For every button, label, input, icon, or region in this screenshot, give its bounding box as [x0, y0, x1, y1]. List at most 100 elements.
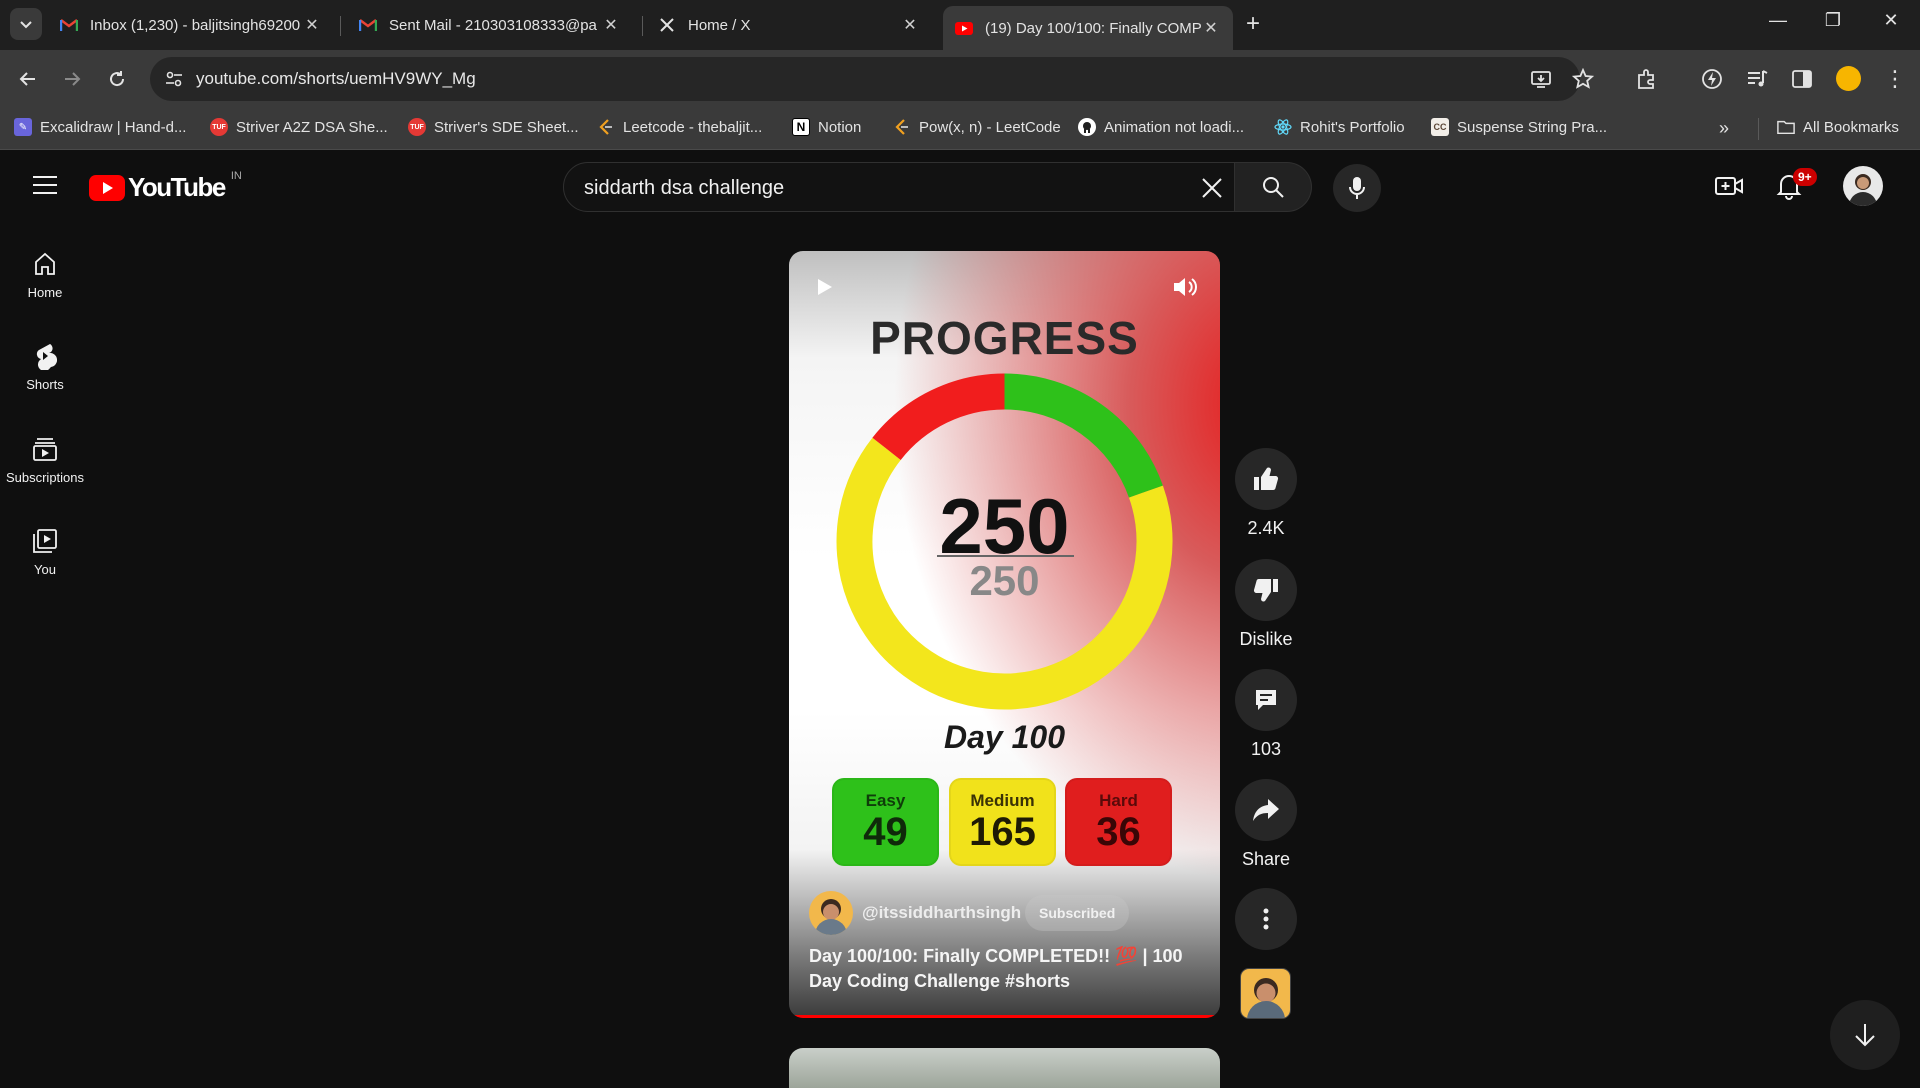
reload-button[interactable]	[102, 64, 132, 94]
close-tab-icon[interactable]: ✕	[601, 15, 621, 35]
thumbs-down-icon	[1253, 578, 1278, 602]
more-vertical-icon	[1263, 908, 1269, 930]
short-video-player[interactable]: PROGRESS 250 250 Day 100 Easy 49 Medium …	[789, 251, 1220, 1018]
tab-x-home[interactable]: Home / X ✕	[646, 8, 932, 42]
guide-label: You	[34, 562, 56, 577]
bookmark-label: Animation not loadi...	[1104, 118, 1245, 136]
bookmark-striver-a2z[interactable]: TUF Striver A2Z DSA She...	[210, 118, 388, 136]
back-button[interactable]	[13, 64, 43, 94]
next-video-button[interactable]	[1830, 1000, 1900, 1070]
share-icon	[1253, 799, 1279, 821]
share-button[interactable]	[1235, 779, 1297, 841]
bookmark-github-issue[interactable]: Animation not loadi...	[1078, 118, 1244, 136]
bookmark-pow-leetcode[interactable]: Pow(x, n) - LeetCode	[893, 118, 1061, 136]
next-short-preview[interactable]	[789, 1048, 1220, 1088]
dislike-action[interactable]: Dislike	[1235, 559, 1297, 650]
clear-search-icon[interactable]	[1201, 177, 1223, 204]
guide-item-home[interactable]: Home	[0, 249, 90, 300]
tab-inbox[interactable]: Inbox (1,230) - baljitsingh69200 ✕	[48, 8, 334, 42]
arrow-left-icon	[19, 72, 35, 86]
comment-icon	[1256, 690, 1276, 710]
tab-sent-mail[interactable]: Sent Mail - 210303108333@pa ✕	[347, 8, 633, 42]
guide-item-subscriptions[interactable]: Subscriptions	[0, 434, 90, 485]
bookmark-leetcode-profile[interactable]: Leetcode - thebaljit...	[597, 118, 762, 136]
tuf-icon: TUF	[210, 118, 228, 136]
country-code: IN	[230, 169, 242, 182]
subscribed-button[interactable]: Subscribed	[1025, 895, 1130, 931]
tab-title: Home / X	[688, 16, 751, 34]
performance-icon[interactable]	[1700, 67, 1724, 96]
search-input[interactable]: siddarth dsa challenge	[563, 162, 1235, 212]
search-icon	[1263, 177, 1284, 198]
close-tab-icon[interactable]: ✕	[1201, 18, 1221, 38]
bookmark-notion[interactable]: N Notion	[792, 118, 861, 136]
bookmark-striver-sde[interactable]: TUF Striver's SDE Sheet...	[408, 118, 579, 136]
restore-button[interactable]: ❐	[1810, 10, 1856, 31]
leetcode-icon	[597, 118, 615, 136]
voice-search-button[interactable]	[1333, 164, 1381, 212]
x-icon	[658, 16, 676, 34]
leetcode-icon	[893, 118, 911, 136]
guide-item-shorts[interactable]: Shorts	[0, 341, 90, 392]
forward-button[interactable]	[57, 64, 87, 94]
tab-search-button[interactable]	[10, 8, 42, 40]
bookmark-portfolio[interactable]: Rohit's Portfolio	[1274, 118, 1405, 136]
bookmark-label: Striver A2Z DSA She...	[236, 118, 388, 136]
volume-icon[interactable]	[1172, 275, 1198, 304]
tab-title: Inbox (1,230) - baljitsingh69200	[90, 16, 301, 34]
create-video-icon[interactable]	[1715, 174, 1743, 203]
site-info-icon[interactable]	[164, 69, 184, 94]
bookmark-excalidraw[interactable]: ✎ Excalidraw | Hand-d...	[14, 118, 186, 136]
tab-youtube-short[interactable]: (19) Day 100/100: Finally COMP ✕	[943, 6, 1233, 50]
gmail-icon	[359, 16, 377, 34]
playback-progress-bar[interactable]	[789, 1015, 1220, 1018]
all-bookmarks-button[interactable]: All Bookmarks	[1777, 118, 1899, 136]
microphone-icon	[1349, 177, 1365, 199]
channel-name[interactable]: @itssiddharthsingh	[862, 903, 1021, 923]
browser-menu-icon[interactable]: ⋮	[1884, 66, 1906, 92]
install-app-icon[interactable]	[1530, 68, 1552, 95]
account-avatar[interactable]	[1843, 166, 1883, 206]
channel-avatar[interactable]	[809, 891, 853, 935]
subscriptions-icon	[0, 434, 90, 464]
share-action[interactable]: Share	[1235, 779, 1297, 870]
gmail-icon	[60, 16, 78, 34]
side-panel-icon[interactable]	[1790, 67, 1814, 96]
close-tab-icon[interactable]: ✕	[900, 15, 920, 35]
address-bar[interactable]: youtube.com/shorts/uemHV9WY_Mg	[150, 57, 1580, 101]
more-action[interactable]	[1235, 888, 1297, 950]
like-button[interactable]	[1235, 448, 1297, 510]
profile-avatar[interactable]	[1836, 66, 1861, 91]
difficulty-label: Hard	[1099, 791, 1138, 810]
medium-count-card: Medium 165	[949, 778, 1056, 866]
thumbs-up-icon	[1254, 467, 1279, 491]
hamburger-menu-icon[interactable]	[32, 175, 58, 200]
short-caption[interactable]: Day 100/100: Finally COMPLETED!! 💯 | 100…	[809, 944, 1209, 994]
media-control-icon[interactable]	[1745, 67, 1769, 96]
like-action[interactable]: 2.4K	[1235, 448, 1297, 539]
comments-button[interactable]	[1235, 669, 1297, 731]
bookmarks-overflow-button[interactable]: »	[1719, 118, 1729, 139]
play-icon[interactable]	[816, 277, 834, 302]
bookmark-label: Leetcode - thebaljit...	[623, 118, 763, 136]
extensions-icon[interactable]	[1635, 67, 1659, 96]
audio-source-thumbnail[interactable]	[1240, 968, 1291, 1019]
guide-item-you[interactable]: You	[0, 526, 90, 577]
arrow-down-icon	[1855, 1024, 1875, 1047]
more-options-button[interactable]	[1235, 888, 1297, 950]
ring-segment-hard	[872, 373, 1005, 461]
guide-label: Shorts	[26, 377, 64, 392]
close-tab-icon[interactable]: ✕	[302, 15, 322, 35]
new-tab-button[interactable]: +	[1246, 12, 1260, 36]
search-button[interactable]	[1235, 162, 1312, 212]
bookmark-label: Striver's SDE Sheet...	[434, 118, 579, 136]
close-window-button[interactable]: ✕	[1868, 10, 1914, 31]
bookmark-star-icon[interactable]	[1571, 67, 1595, 95]
like-count: 2.4K	[1247, 518, 1285, 538]
dislike-button[interactable]	[1235, 559, 1297, 621]
bookmark-suspense-string[interactable]: CC Suspense String Pra...	[1431, 118, 1607, 136]
github-icon	[1078, 118, 1096, 136]
minimize-button[interactable]: —	[1755, 10, 1801, 31]
youtube-logo[interactable]: YouTube IN	[89, 169, 242, 203]
comments-action[interactable]: 103	[1235, 669, 1297, 760]
